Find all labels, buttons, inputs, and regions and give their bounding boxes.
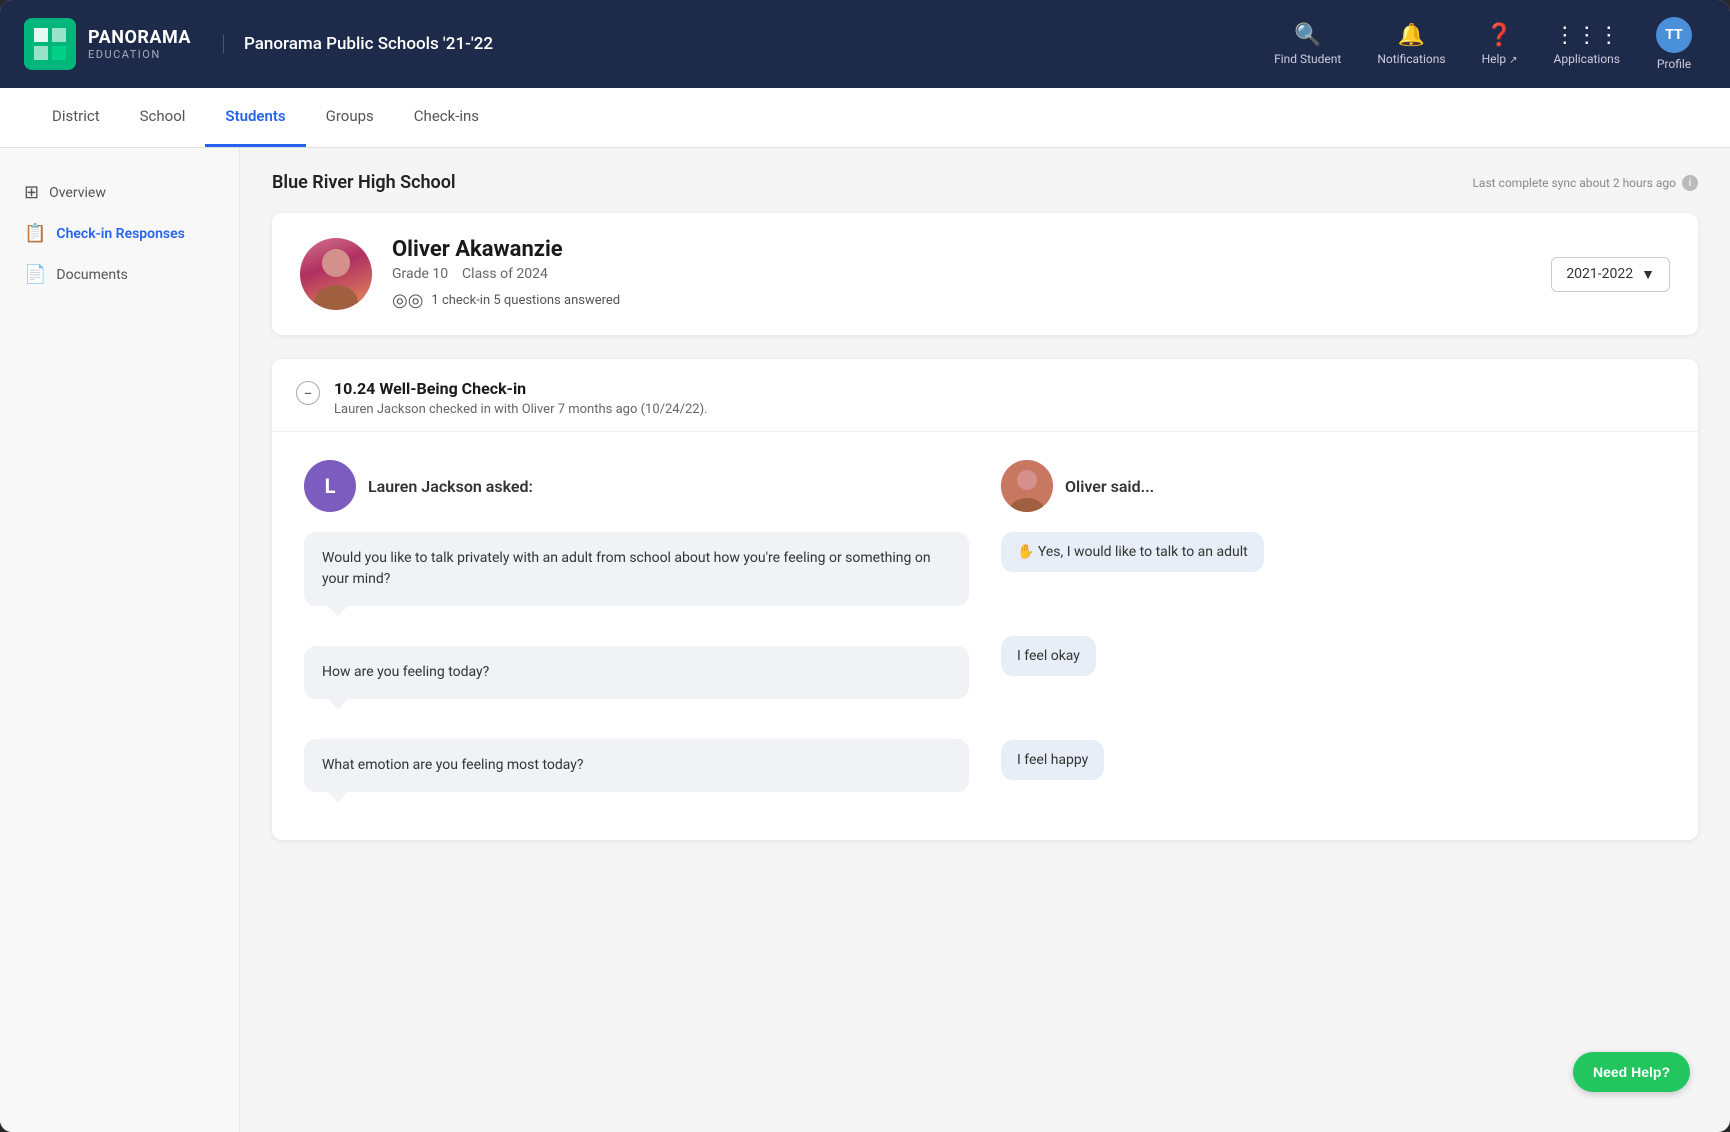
main-content: ⊞ Overview 📋 Check-in Responses 📄 Docume… — [0, 148, 1730, 1132]
qa-section: L Lauren Jackson asked: Would you like t… — [272, 432, 1698, 840]
logo-icon — [24, 18, 76, 70]
checkin-section: − 10.24 Well-Being Check-in Lauren Jacks… — [272, 359, 1698, 840]
top-navigation: PANORAMA EDUCATION Panorama Public Schoo… — [0, 0, 1730, 88]
responder-header: Oliver said... — [1001, 460, 1666, 512]
student-avatar — [300, 238, 372, 310]
chevron-down-icon: ▼ — [1641, 266, 1655, 283]
qa-columns: L Lauren Jackson asked: Would you like t… — [304, 460, 1666, 812]
sidebar-item-overview[interactable]: ⊞ Overview — [0, 172, 239, 213]
document-icon: 📄 — [24, 264, 46, 285]
student-checkin-summary: ◎◎ 1 check-in 5 questions answered — [392, 290, 1531, 311]
checkin-header-text: 10.24 Well-Being Check-in Lauren Jackson… — [334, 379, 708, 417]
notifications-button[interactable]: 🔔 Notifications — [1363, 15, 1459, 74]
student-meta: Grade 10 Class of 2024 — [392, 266, 1531, 282]
logo-area: PANORAMA EDUCATION — [24, 18, 191, 70]
school-name: Blue River High School — [272, 172, 456, 193]
questions-column: L Lauren Jackson asked: Would you like t… — [304, 460, 969, 808]
answer-bubble-1: ✋ Yes, I would like to talk to an adult — [1001, 532, 1264, 572]
grid-icon: ⊞ — [24, 182, 39, 203]
question-bubble-2: How are you feeling today? — [304, 646, 969, 699]
student-info: Oliver Akawanzie Grade 10 Class of 2024 … — [392, 237, 1531, 311]
student-card: Oliver Akawanzie Grade 10 Class of 2024 … — [272, 213, 1698, 335]
checkin-title: 10.24 Well-Being Check-in — [334, 379, 708, 398]
search-icon: 🔍 — [1294, 23, 1321, 48]
bell-icon: 🔔 — [1398, 23, 1425, 48]
tab-school[interactable]: School — [120, 88, 206, 147]
brand-name: PANORAMA — [88, 27, 191, 48]
student-name: Oliver Akawanzie — [392, 237, 1531, 262]
help-icon: ❓ — [1486, 23, 1513, 48]
question-bubble-3: What emotion are you feeling most today? — [304, 739, 969, 792]
year-dropdown[interactable]: 2021-2022 ▼ — [1551, 257, 1670, 292]
checkin-subtitle: Lauren Jackson checked in with Oliver 7 … — [334, 402, 708, 417]
tab-district[interactable]: District — [32, 88, 120, 147]
secondary-navigation: District School Students Groups Check-in… — [0, 88, 1730, 148]
checkin-header: − 10.24 Well-Being Check-in Lauren Jacks… — [272, 359, 1698, 432]
brand-sub: EDUCATION — [88, 48, 191, 61]
checkin-icon: ◎◎ — [392, 290, 423, 311]
sync-info: Last complete sync about 2 hours ago i — [1472, 175, 1698, 191]
answer-bubble-2: I feel okay — [1001, 636, 1096, 676]
answers-column: Oliver said... ✋ Yes, I would like to ta… — [1001, 460, 1666, 812]
content-area: Blue River High School Last complete syn… — [240, 148, 1730, 1132]
info-icon: i — [1682, 175, 1698, 191]
nav-icons: 🔍 Find Student 🔔 Notifications ❓ Help ↗ … — [1260, 9, 1706, 79]
brand-text: PANORAMA EDUCATION — [88, 27, 191, 61]
asker-header: L Lauren Jackson asked: — [304, 460, 969, 512]
responder-label: Oliver said... — [1065, 477, 1154, 496]
need-help-button[interactable]: Need Help? — [1573, 1052, 1690, 1092]
book-icon: 📋 — [24, 223, 46, 244]
sidebar: ⊞ Overview 📋 Check-in Responses 📄 Docume… — [0, 148, 240, 1132]
tab-groups[interactable]: Groups — [306, 88, 394, 147]
question-bubble-1: Would you like to talk privately with an… — [304, 532, 969, 606]
answer-bubble-3: I feel happy — [1001, 740, 1104, 780]
applications-button[interactable]: ⋮⋮⋮ Applications — [1540, 15, 1634, 74]
org-title: Panorama Public Schools '21-'22 — [223, 34, 1260, 54]
find-student-button[interactable]: 🔍 Find Student — [1260, 15, 1355, 74]
asker-avatar: L — [304, 460, 356, 512]
collapse-button[interactable]: − — [296, 381, 320, 405]
profile-button[interactable]: TT Profile — [1642, 9, 1706, 79]
responder-avatar — [1001, 460, 1053, 512]
sidebar-item-checkin-responses[interactable]: 📋 Check-in Responses — [0, 213, 239, 254]
tab-students[interactable]: Students — [205, 88, 305, 147]
grid-icon: ⋮⋮⋮ — [1554, 23, 1620, 48]
help-button[interactable]: ❓ Help ↗ — [1468, 15, 1532, 74]
sidebar-item-documents[interactable]: 📄 Documents — [0, 254, 239, 295]
asker-label: Lauren Jackson asked: — [368, 477, 533, 496]
profile-avatar: TT — [1656, 17, 1692, 53]
tab-checkins[interactable]: Check-ins — [394, 88, 499, 147]
student-avatar-image — [300, 238, 372, 310]
content-header: Blue River High School Last complete syn… — [272, 172, 1698, 193]
